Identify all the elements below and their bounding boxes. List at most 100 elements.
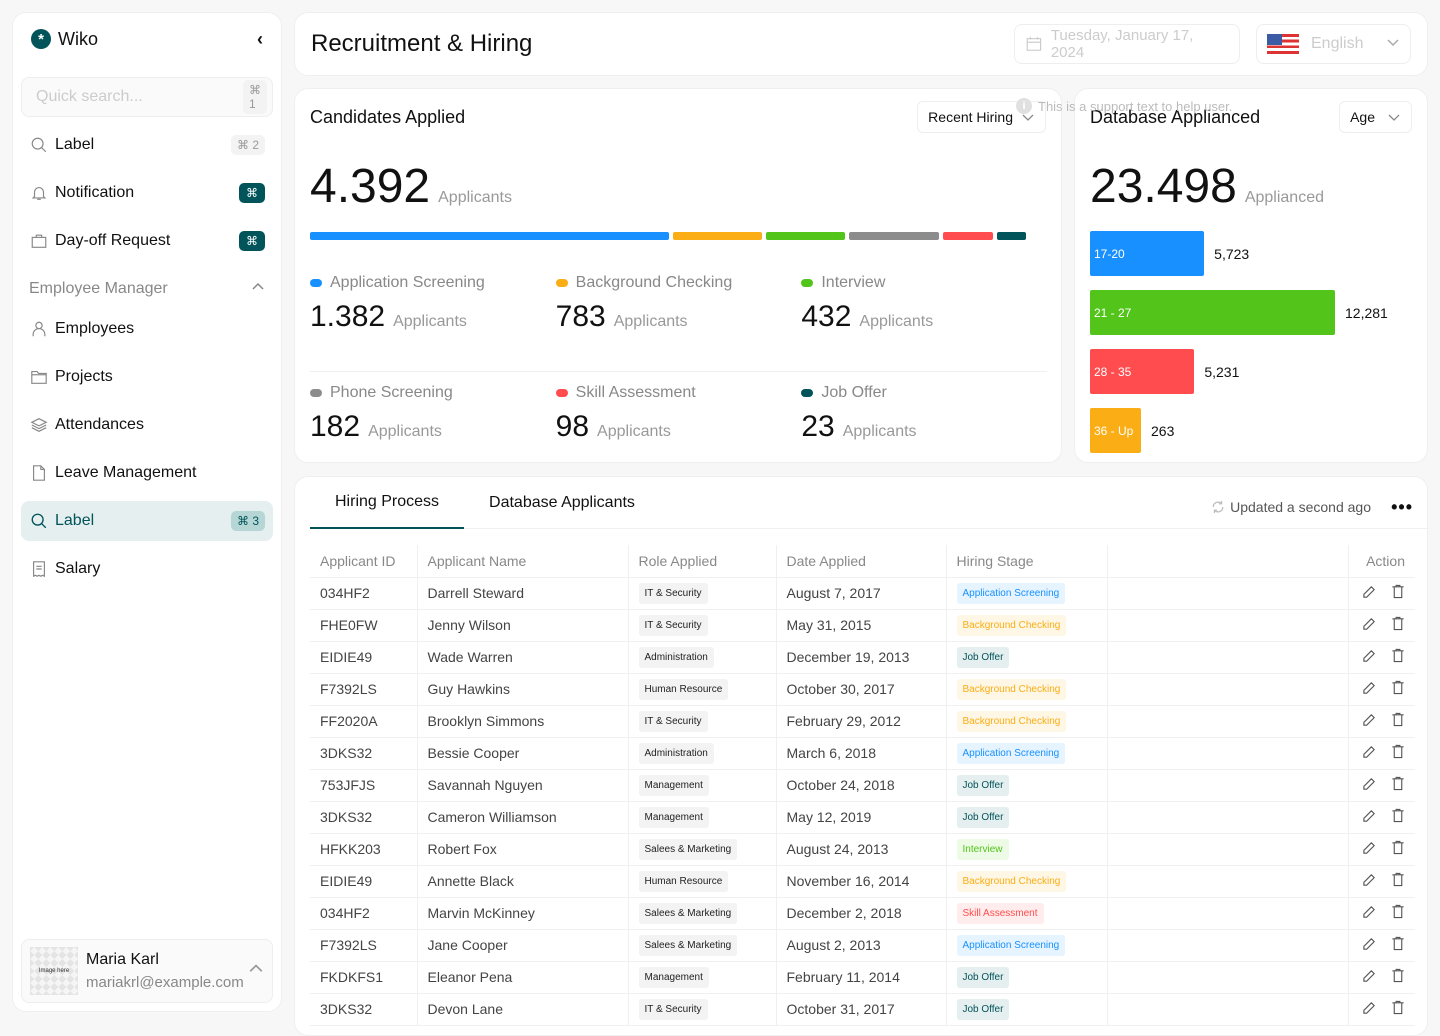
quick-search[interactable]: ⌘ 1 (21, 77, 273, 117)
tab-hiring-process[interactable]: Hiring Process (310, 477, 465, 529)
sidebar-item-text: Attendances (55, 416, 144, 433)
applicant-name: Darrell Steward (417, 577, 629, 610)
refresh-icon[interactable] (1210, 499, 1226, 515)
sidebar-item-employees[interactable]: Employees (21, 309, 273, 349)
date-applied: August 2, 2013 (776, 929, 947, 962)
table-row[interactable]: F7392LS Jane Cooper Salees & Marketing Augu… (310, 929, 1415, 962)
edit-icon[interactable] (1362, 968, 1377, 986)
chevron-up-icon[interactable] (248, 961, 264, 982)
role-tag: IT & Security (638, 614, 708, 636)
language-select[interactable]: English (1256, 24, 1411, 64)
date-picker[interactable]: Tuesday, January 17, 2024 (1014, 24, 1240, 64)
edit-icon[interactable] (1362, 808, 1377, 826)
edit-icon[interactable] (1362, 680, 1377, 698)
sidebar-item-projects[interactable]: Projects (21, 357, 273, 397)
trash-icon[interactable] (1391, 872, 1405, 890)
table-row[interactable]: FF2020A Brooklyn Simmons IT & Security Febr… (310, 705, 1415, 738)
trash-icon[interactable] (1391, 648, 1405, 666)
table-row[interactable]: 3DKS32 Cameron Williamson Management May 12… (310, 801, 1415, 834)
table-row[interactable]: 3DKS32 Devon Lane IT & Security October 31,… (310, 993, 1415, 1026)
trash-icon[interactable] (1391, 968, 1405, 986)
role-cell: Administration (628, 641, 777, 674)
section-employee-manager[interactable]: Employee Manager (21, 269, 273, 309)
trash-icon[interactable] (1391, 776, 1405, 794)
stage-stat: Job Offer 23 Applicants (801, 384, 1047, 470)
actions (1362, 776, 1405, 794)
trash-icon[interactable] (1391, 936, 1405, 954)
trash-icon[interactable] (1391, 712, 1405, 730)
edit-icon[interactable] (1362, 936, 1377, 954)
date-applied: February 11, 2014 (776, 961, 947, 994)
total-value: 23.498 (1090, 160, 1237, 213)
us-flag-icon (1267, 34, 1299, 54)
age-bar-row: 17-20 5,723 (1090, 231, 1420, 276)
edit-icon[interactable] (1362, 712, 1377, 730)
applicant-name: Savannah Nguyen (417, 769, 629, 802)
edit-icon[interactable] (1362, 904, 1377, 922)
table-row[interactable]: FHE0FW Jenny Wilson IT & Security May 31, 2… (310, 609, 1415, 642)
edit-icon[interactable] (1362, 744, 1377, 762)
date-applied: May 12, 2019 (776, 801, 947, 834)
date-applied: November 16, 2014 (776, 865, 947, 898)
edit-icon[interactable] (1362, 616, 1377, 634)
table-row[interactable]: FKDKFS1 Eleanor Pena Management February 11… (310, 961, 1415, 994)
trash-icon[interactable] (1391, 840, 1405, 858)
actions (1362, 904, 1405, 922)
more-options-icon[interactable]: ••• (1391, 497, 1413, 518)
empty-cell (1107, 673, 1349, 706)
age-dropdown[interactable]: Age (1339, 101, 1412, 133)
edit-icon[interactable] (1362, 1000, 1377, 1018)
tab-database-applicants[interactable]: Database Applicants (464, 477, 660, 529)
date-applied: August 7, 2017 (776, 577, 947, 610)
stage-cell: Background Checking (946, 705, 1108, 738)
edit-icon[interactable] (1362, 584, 1377, 602)
table-row[interactable]: EIDIE49 Wade Warren Administration December… (310, 641, 1415, 674)
column-header (1107, 545, 1349, 578)
stage-segment (942, 232, 993, 240)
actions (1362, 936, 1405, 954)
table-row[interactable]: HFKK203 Robert Fox Salees & Marketing Augus… (310, 833, 1415, 866)
sidebar-item-text: Day-off Request (55, 232, 171, 249)
age-bar-row: 36 - Up 263 (1090, 408, 1420, 453)
table-row[interactable]: F7392LS Guy Hawkins Human Resource October … (310, 673, 1415, 706)
action-cell (1348, 673, 1415, 706)
sidebar-item-attendances[interactable]: Attendances (21, 405, 273, 445)
stage-count: 783 (555, 300, 606, 333)
applicant-id: 3DKS32 (310, 993, 418, 1026)
trash-icon[interactable] (1391, 904, 1405, 922)
trash-icon[interactable] (1391, 1000, 1405, 1018)
role-cell: Management (628, 961, 777, 994)
stage-name: Skill Assessment (575, 384, 696, 401)
chevron-left-icon[interactable]: ‹ (257, 29, 263, 50)
table-row[interactable]: 753JFJS Savannah Nguyen Management October … (310, 769, 1415, 802)
stage-value: 182 Applicants (310, 410, 556, 444)
stage-name: Interview (821, 274, 886, 291)
user-profile[interactable]: Image here Maria Karl mariakrl@example.c… (21, 939, 273, 1003)
chevron-up-icon[interactable] (251, 280, 265, 299)
edit-icon[interactable] (1362, 840, 1377, 858)
table-row[interactable]: 034HF2 Darrell Steward IT & Security August… (310, 577, 1415, 610)
search-input[interactable] (36, 88, 243, 106)
trash-icon[interactable] (1391, 616, 1405, 634)
empty-cell (1107, 609, 1349, 642)
table-row[interactable]: 034HF2 Marvin McKinney Salees & Marketing D… (310, 897, 1415, 930)
sidebar-item-leave-management[interactable]: Leave Management (21, 453, 273, 493)
stage-value: 98 Applicants (556, 410, 802, 444)
trash-icon[interactable] (1391, 808, 1405, 826)
applicant-id: FHE0FW (310, 609, 418, 642)
stage-stat: Background Checking 783 Applicants (555, 274, 802, 371)
sidebar-item-day-off-request[interactable]: Day-off Request ⌘ (21, 221, 273, 261)
trash-icon[interactable] (1391, 584, 1405, 602)
sidebar-item-label[interactable]: Label ⌘ 2 (21, 125, 273, 165)
edit-icon[interactable] (1362, 648, 1377, 666)
sidebar-item-notification[interactable]: Notification ⌘ (21, 173, 273, 213)
edit-icon[interactable] (1362, 776, 1377, 794)
table-row[interactable]: EIDIE49 Annette Black Human Resource Novemb… (310, 865, 1415, 898)
trash-icon[interactable] (1391, 744, 1405, 762)
age-bar-chart: 17-20 5,723 21 - 27 12,281 28 - 35 5,231 36 - … (1090, 231, 1420, 467)
sidebar-item-salary[interactable]: Salary (21, 549, 273, 589)
sidebar-item-label-active[interactable]: Label ⌘ 3 (21, 501, 273, 541)
edit-icon[interactable] (1362, 872, 1377, 890)
table-row[interactable]: 3DKS32 Bessie Cooper Administration March 6… (310, 737, 1415, 770)
trash-icon[interactable] (1391, 680, 1405, 698)
